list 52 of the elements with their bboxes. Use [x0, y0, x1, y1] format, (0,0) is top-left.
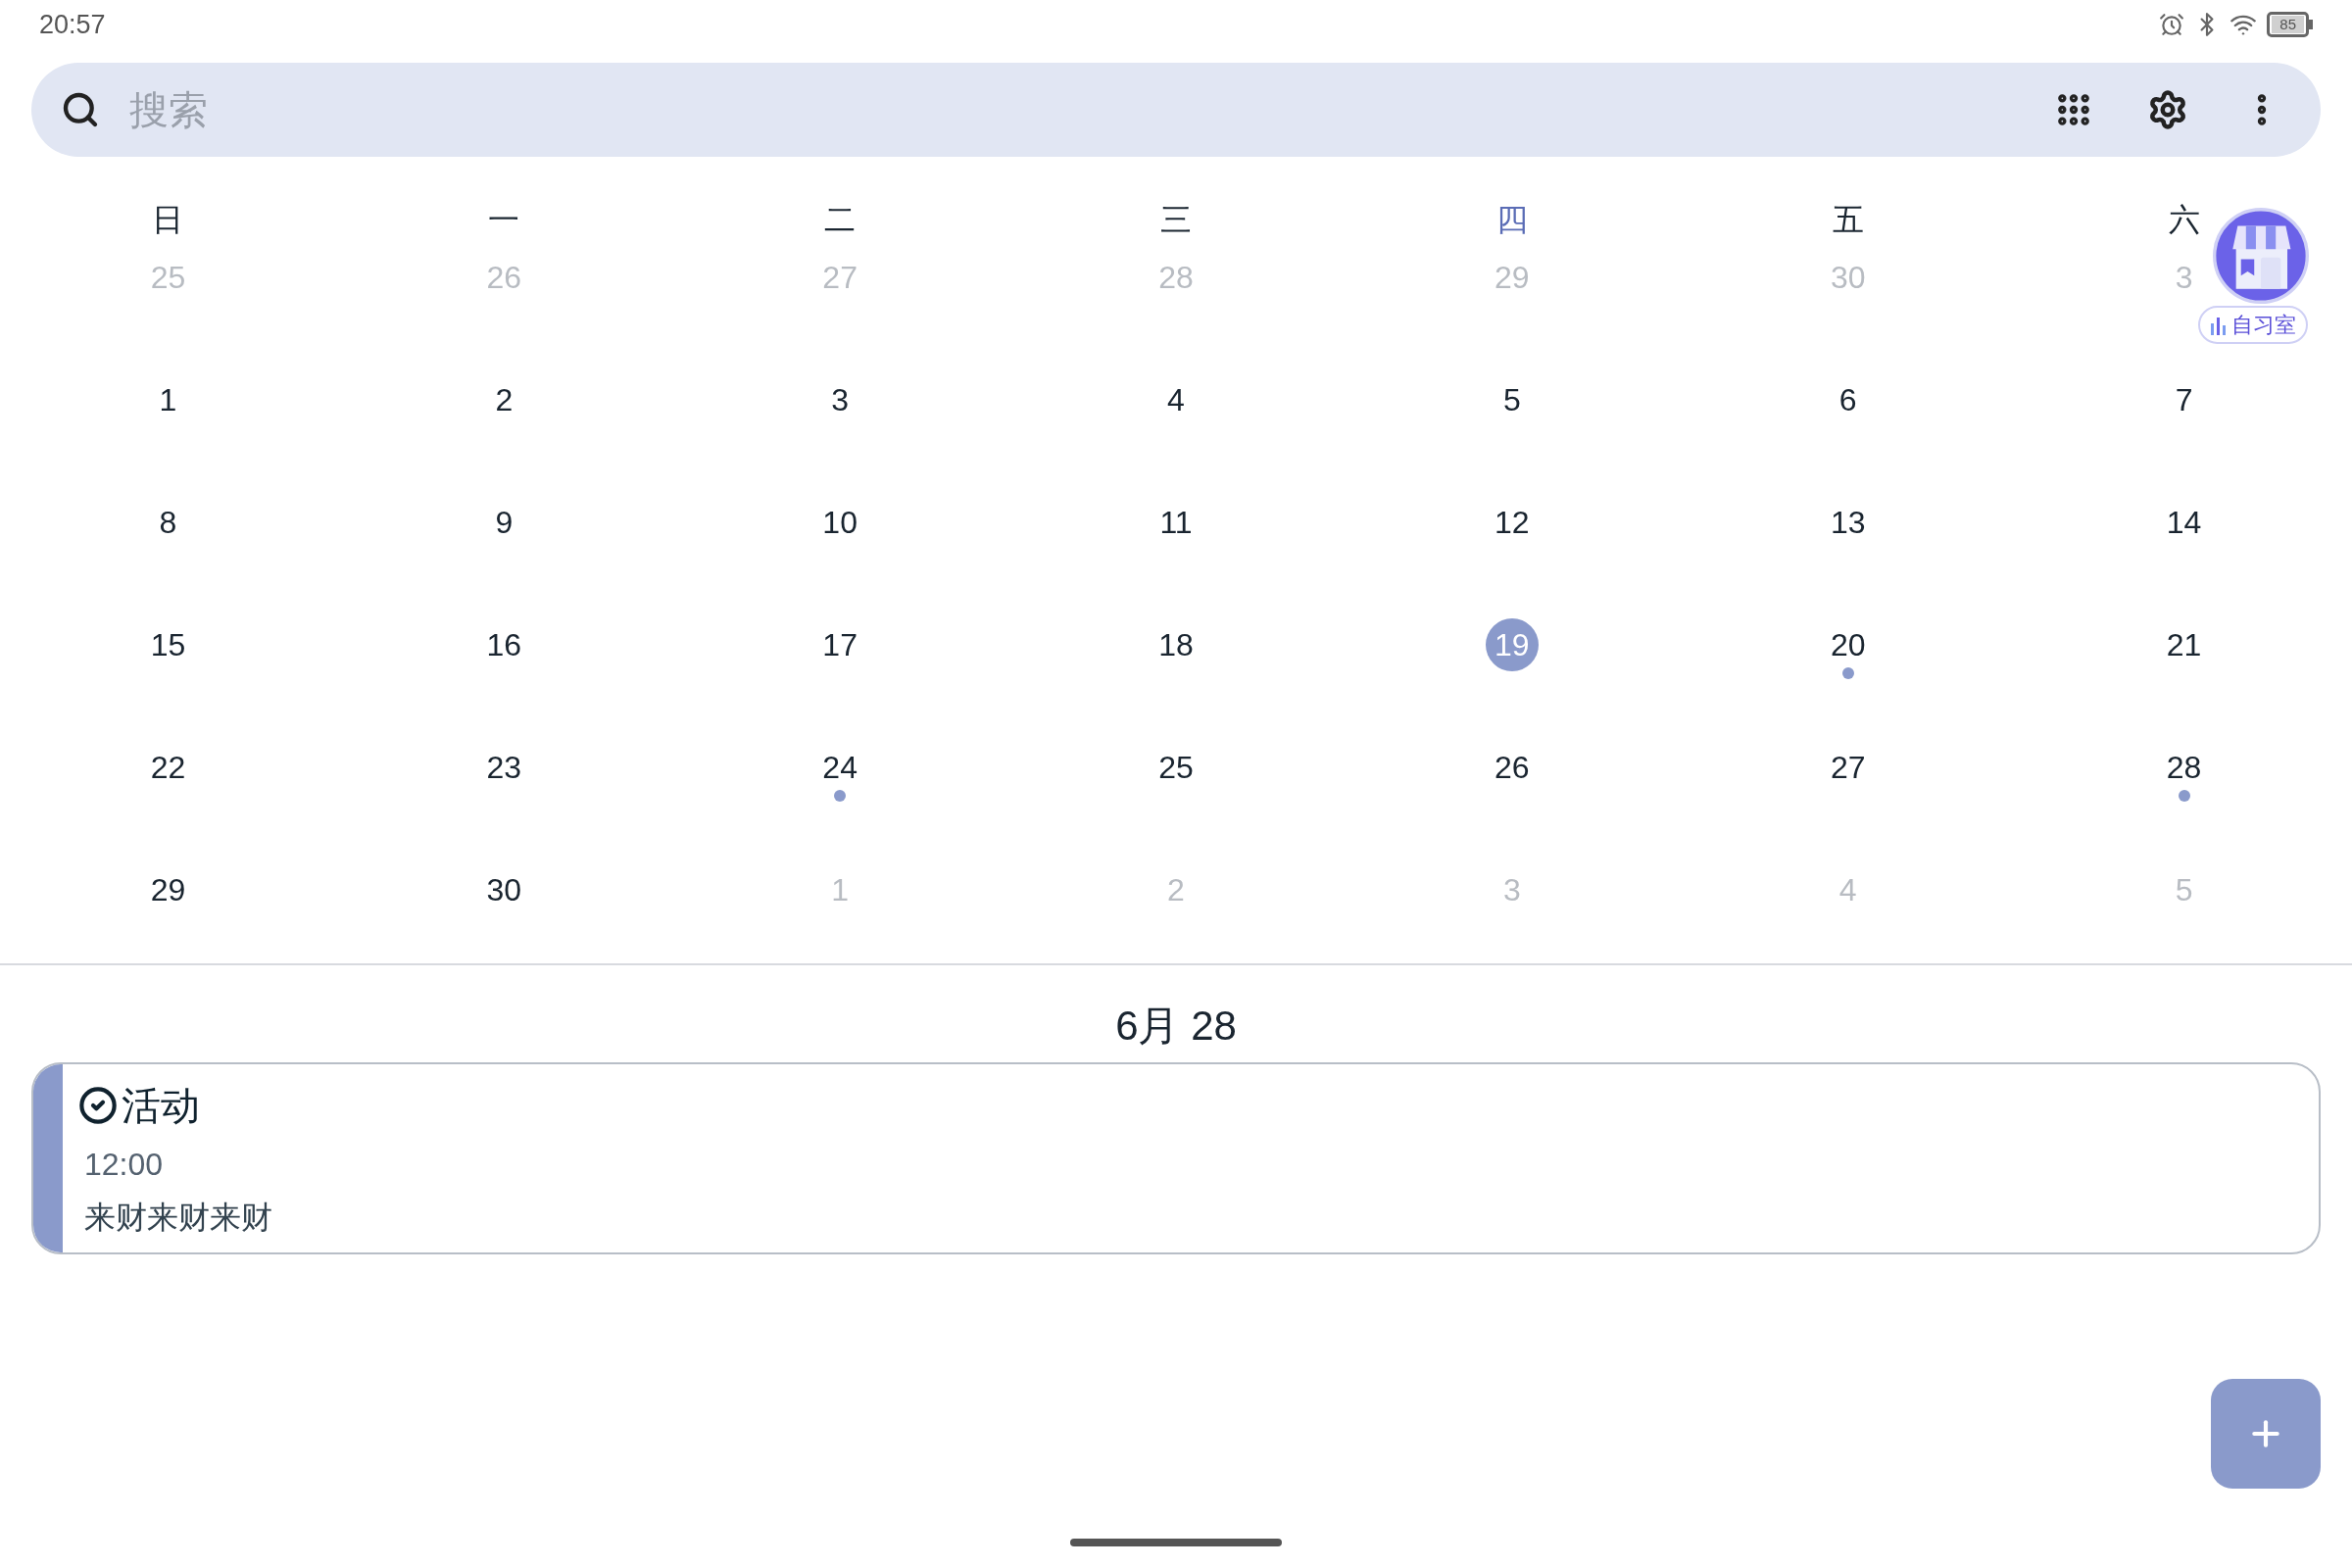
weekday-label: 日	[152, 201, 184, 239]
calendar-day[interactable]: 25	[1158, 741, 1194, 794]
event-title: 活动	[122, 1083, 200, 1129]
calendar-day[interactable]: 2	[495, 373, 514, 426]
calendar-day[interactable]: 16	[486, 618, 522, 671]
agenda-date: 6月 28	[1115, 1002, 1237, 1051]
weekday-label: 四	[1495, 201, 1528, 239]
calendar-day[interactable]: 10	[822, 496, 858, 549]
weekday-label: 五	[1832, 201, 1864, 239]
calendar-day[interactable]: 8	[159, 496, 177, 549]
event-description: 来财来财来财	[83, 1199, 272, 1237]
calendar-day[interactable]: 28	[2166, 741, 2202, 794]
bar-chart-icon	[2210, 315, 2228, 335]
event-card[interactable]: 活动 12:00 来财来财来财	[31, 1062, 2321, 1254]
event-time: 12:00	[83, 1146, 165, 1184]
battery-indicator: 85	[2267, 12, 2313, 37]
calendar-day[interactable]: 7	[2175, 373, 2193, 426]
settings-icon[interactable]	[2147, 89, 2188, 130]
calendar-day[interactable]: 1	[159, 373, 177, 426]
calendar-day[interactable]: 22	[150, 741, 186, 794]
calendar-day[interactable]: 21	[2166, 618, 2202, 671]
calendar-day[interactable]: 14	[2166, 496, 2202, 549]
study-room-badge[interactable]: 自习室	[2198, 306, 2308, 344]
status-time: 20:57	[39, 8, 106, 41]
calendar-day[interactable]: 5	[1502, 373, 1521, 426]
calendar-day[interactable]: 9	[495, 496, 514, 549]
calendar-day[interactable]: 20	[1830, 618, 1866, 671]
calendar-day[interactable]: 3	[831, 373, 850, 426]
calendar-day[interactable]: 6	[1838, 373, 1857, 426]
weekday-label: 六	[2168, 201, 2200, 239]
calendar-day[interactable]: 29	[150, 863, 186, 916]
calendar-day[interactable]: 24	[822, 741, 858, 794]
calendar-day[interactable]: 13	[1830, 496, 1866, 549]
search-icon	[61, 90, 100, 129]
weekday-label: 二	[824, 201, 857, 239]
calendar-day[interactable]: 23	[486, 741, 522, 794]
add-button[interactable]	[2211, 1379, 2321, 1489]
calendar-day[interactable]: 11	[1159, 496, 1193, 549]
weekday-label: 一	[488, 201, 520, 239]
search-bar[interactable]: 搜索	[31, 63, 2321, 157]
calendar-day[interactable]: 12	[1494, 496, 1530, 549]
alarm-icon	[2159, 12, 2185, 37]
store-badge-icon[interactable]	[2213, 208, 2309, 304]
calendar-day[interactable]: 17	[822, 618, 858, 671]
calendar-day[interactable]: 4	[1167, 373, 1185, 426]
search-field[interactable]: 搜索	[129, 80, 2054, 139]
calendar-day[interactable]: 15	[150, 618, 186, 671]
calendar-day[interactable]: 18	[1158, 618, 1194, 671]
weekday-label: 三	[1160, 201, 1192, 239]
calendar-day[interactable]: 30	[486, 863, 522, 916]
calendar-day[interactable]: 26	[1494, 741, 1530, 794]
calendar-day[interactable]: 27	[1830, 741, 1866, 794]
